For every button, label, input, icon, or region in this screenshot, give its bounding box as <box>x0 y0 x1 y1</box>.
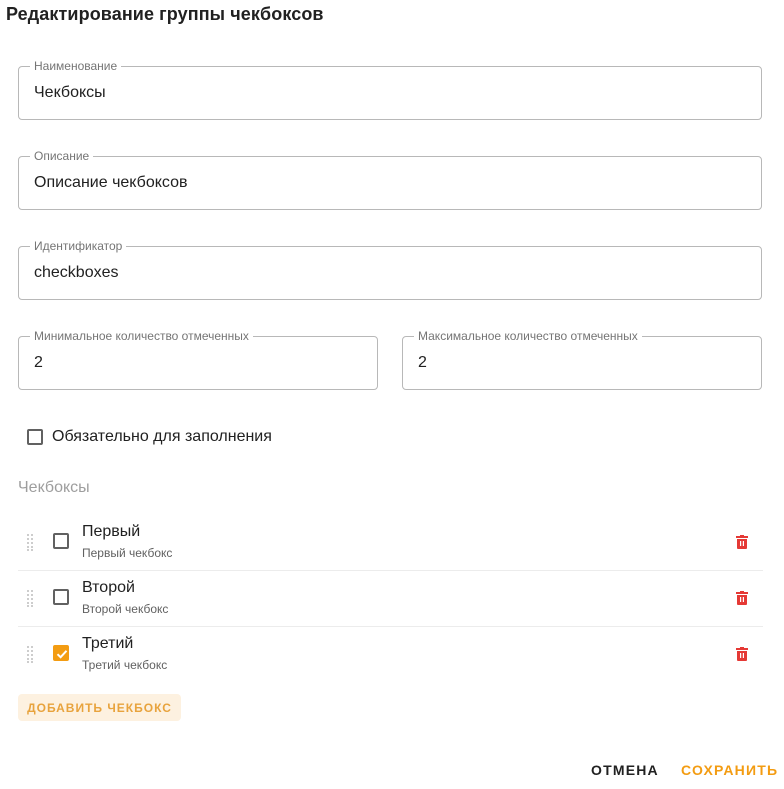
max-checked-field-label: Максимальное количество отмеченных <box>414 329 642 343</box>
min-checked-field-container: Минимальное количество отмеченных <box>18 329 378 390</box>
dialog-title: Редактирование группы чекбоксов <box>6 4 324 24</box>
max-checked-input[interactable] <box>418 352 749 374</box>
required-checkbox[interactable] <box>27 429 43 445</box>
name-field-container: Наименование <box>18 59 762 120</box>
identifier-field-label: Идентификатор <box>30 239 127 253</box>
trash-icon[interactable] <box>736 535 748 549</box>
required-label: Обязательно для заполнения <box>52 428 272 445</box>
description-field-label: Описание <box>30 149 94 163</box>
min-checked-input[interactable] <box>34 352 365 374</box>
drag-handle-icon[interactable] <box>26 533 34 551</box>
drag-handle-icon[interactable] <box>26 645 34 663</box>
item-checkbox[interactable] <box>53 533 69 549</box>
item-title: Второй <box>82 579 135 596</box>
checkboxes-section-label: Чекбоксы <box>18 479 90 496</box>
add-checkbox-button[interactable]: ДОБАВИТЬ ЧЕКБОКС <box>18 694 181 721</box>
name-input[interactable] <box>34 82 749 104</box>
required-toggle[interactable]: Обязательно для заполнения <box>27 428 272 446</box>
min-checked-field-label: Минимальное количество отмеченных <box>30 329 253 343</box>
item-title: Первый <box>82 523 141 540</box>
save-button[interactable]: СОХРАНИТЬ <box>681 760 778 780</box>
item-checkbox[interactable] <box>53 589 69 605</box>
item-checkbox[interactable] <box>53 645 69 661</box>
drag-handle-icon[interactable] <box>26 589 34 607</box>
trash-icon[interactable] <box>736 647 748 661</box>
checkbox-item: Третий Третий чекбокс <box>18 627 763 682</box>
checkbox-item: Второй Второй чекбокс <box>18 571 763 627</box>
item-description: Первый чекбокс <box>82 546 173 560</box>
item-description: Второй чекбокс <box>82 602 169 616</box>
item-title: Третий <box>82 635 134 652</box>
trash-icon[interactable] <box>736 591 748 605</box>
cancel-button[interactable]: ОТМЕНА <box>591 760 659 780</box>
max-checked-field-container: Максимальное количество отмеченных <box>402 329 762 390</box>
identifier-input[interactable] <box>34 262 749 284</box>
item-description: Третий чекбокс <box>82 658 168 672</box>
description-input[interactable] <box>34 172 749 194</box>
checkmark-icon <box>56 650 68 659</box>
name-field-label: Наименование <box>30 59 122 73</box>
description-field-container: Описание <box>18 149 762 210</box>
checkbox-item: Первый Первый чекбокс <box>18 515 763 571</box>
checkbox-items-list: Первый Первый чекбокс Второй Второй чекб… <box>18 515 763 682</box>
identifier-field-container: Идентификатор <box>18 239 762 300</box>
